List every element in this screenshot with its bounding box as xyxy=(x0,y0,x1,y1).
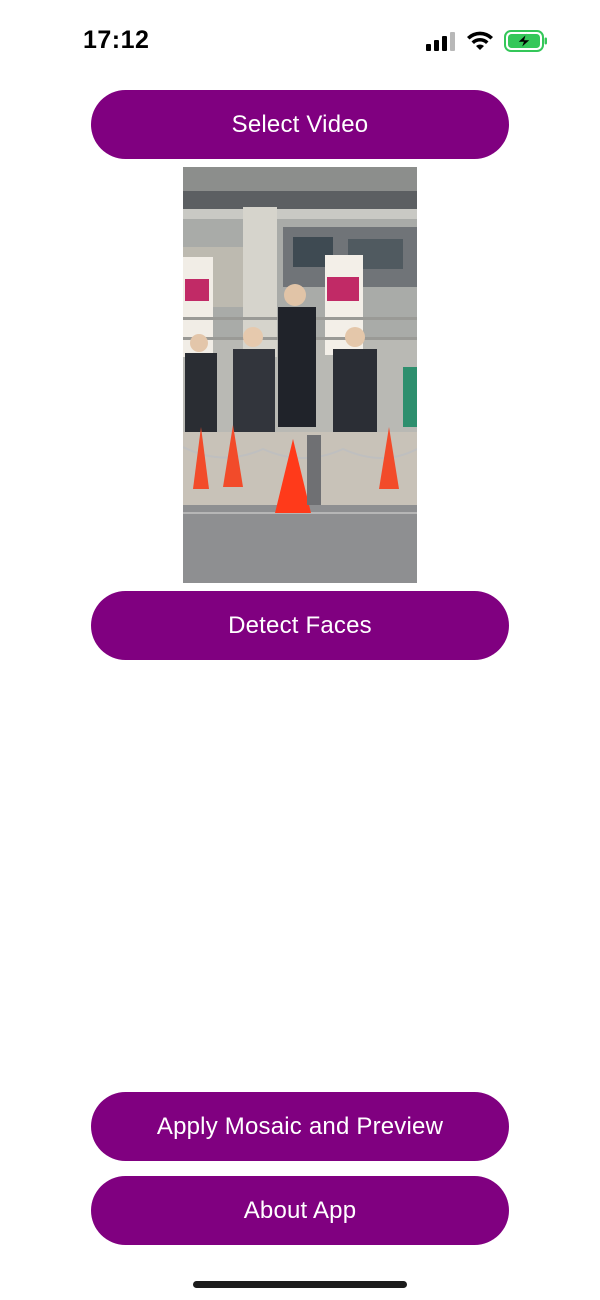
about-app-button[interactable]: About App xyxy=(91,1176,509,1245)
home-indicator[interactable] xyxy=(193,1281,407,1288)
status-time: 17:12 xyxy=(83,26,150,54)
detect-faces-button[interactable]: Detect Faces xyxy=(91,591,509,660)
battery-charging-icon xyxy=(504,30,547,52)
apply-mosaic-preview-button[interactable]: Apply Mosaic and Preview xyxy=(91,1092,509,1161)
wifi-icon xyxy=(467,31,493,50)
video-preview xyxy=(183,167,417,583)
status-bar: 17:12 xyxy=(0,0,600,80)
status-icons xyxy=(426,28,548,54)
video-thumbnail-image xyxy=(183,167,417,583)
cellular-signal-icon xyxy=(426,32,455,51)
select-video-button[interactable]: Select Video xyxy=(91,90,509,159)
